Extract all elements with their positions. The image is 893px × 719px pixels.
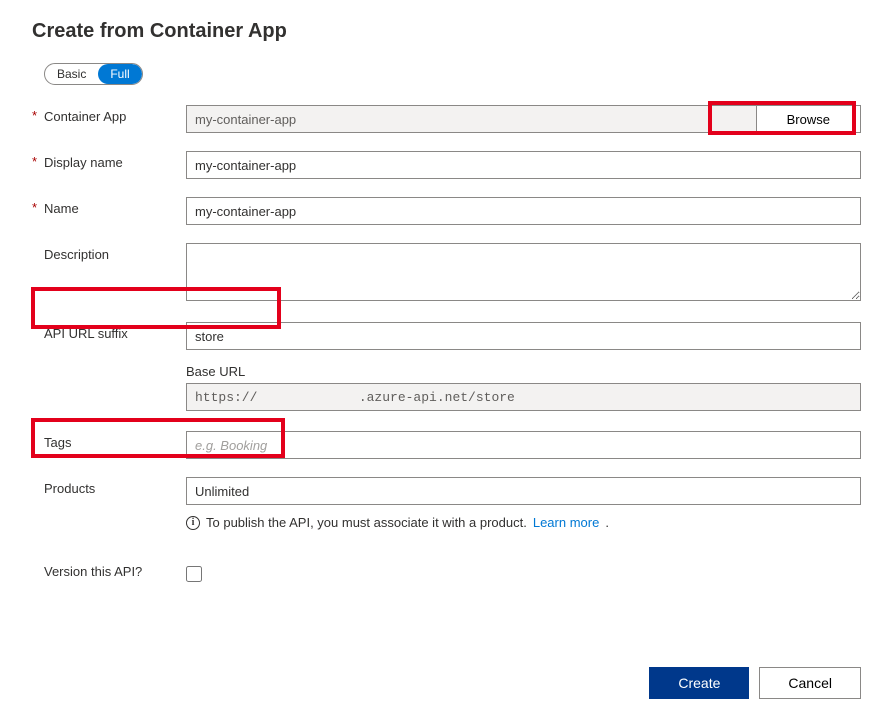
products-input[interactable] (186, 477, 861, 505)
description-input[interactable] (186, 243, 861, 301)
page-title: Create from Container App (32, 20, 861, 43)
version-this-api-checkbox[interactable] (186, 566, 202, 582)
display-name-input[interactable] (186, 151, 861, 179)
products-label: Products (44, 477, 186, 496)
cancel-button[interactable]: Cancel (759, 667, 861, 699)
learn-more-link[interactable]: Learn more (533, 515, 599, 530)
name-label: Name (44, 197, 186, 216)
tags-input[interactable] (186, 431, 861, 459)
api-url-suffix-input[interactable] (186, 322, 861, 350)
description-label: Description (44, 243, 186, 262)
create-button[interactable]: Create (649, 667, 749, 699)
base-url-label: Base URL (186, 364, 861, 379)
toggle-full[interactable]: Full (98, 64, 141, 84)
container-app-label: Container App (44, 105, 186, 124)
view-toggle[interactable]: Basic Full (44, 63, 143, 85)
browse-button[interactable]: Browse (757, 105, 861, 133)
tags-label: Tags (44, 431, 186, 450)
name-input[interactable] (186, 197, 861, 225)
toggle-basic[interactable]: Basic (45, 64, 98, 84)
required-marker: * (32, 105, 44, 127)
info-icon: i (186, 516, 200, 530)
required-marker: * (32, 197, 44, 219)
display-name-label: Display name (44, 151, 186, 170)
container-app-input (186, 105, 757, 133)
base-url-display (186, 383, 861, 411)
required-marker: * (32, 151, 44, 173)
products-helper-text: To publish the API, you must associate i… (206, 515, 527, 530)
version-this-api-label: Version this API? (44, 560, 186, 579)
api-url-suffix-label: API URL suffix (44, 322, 186, 341)
